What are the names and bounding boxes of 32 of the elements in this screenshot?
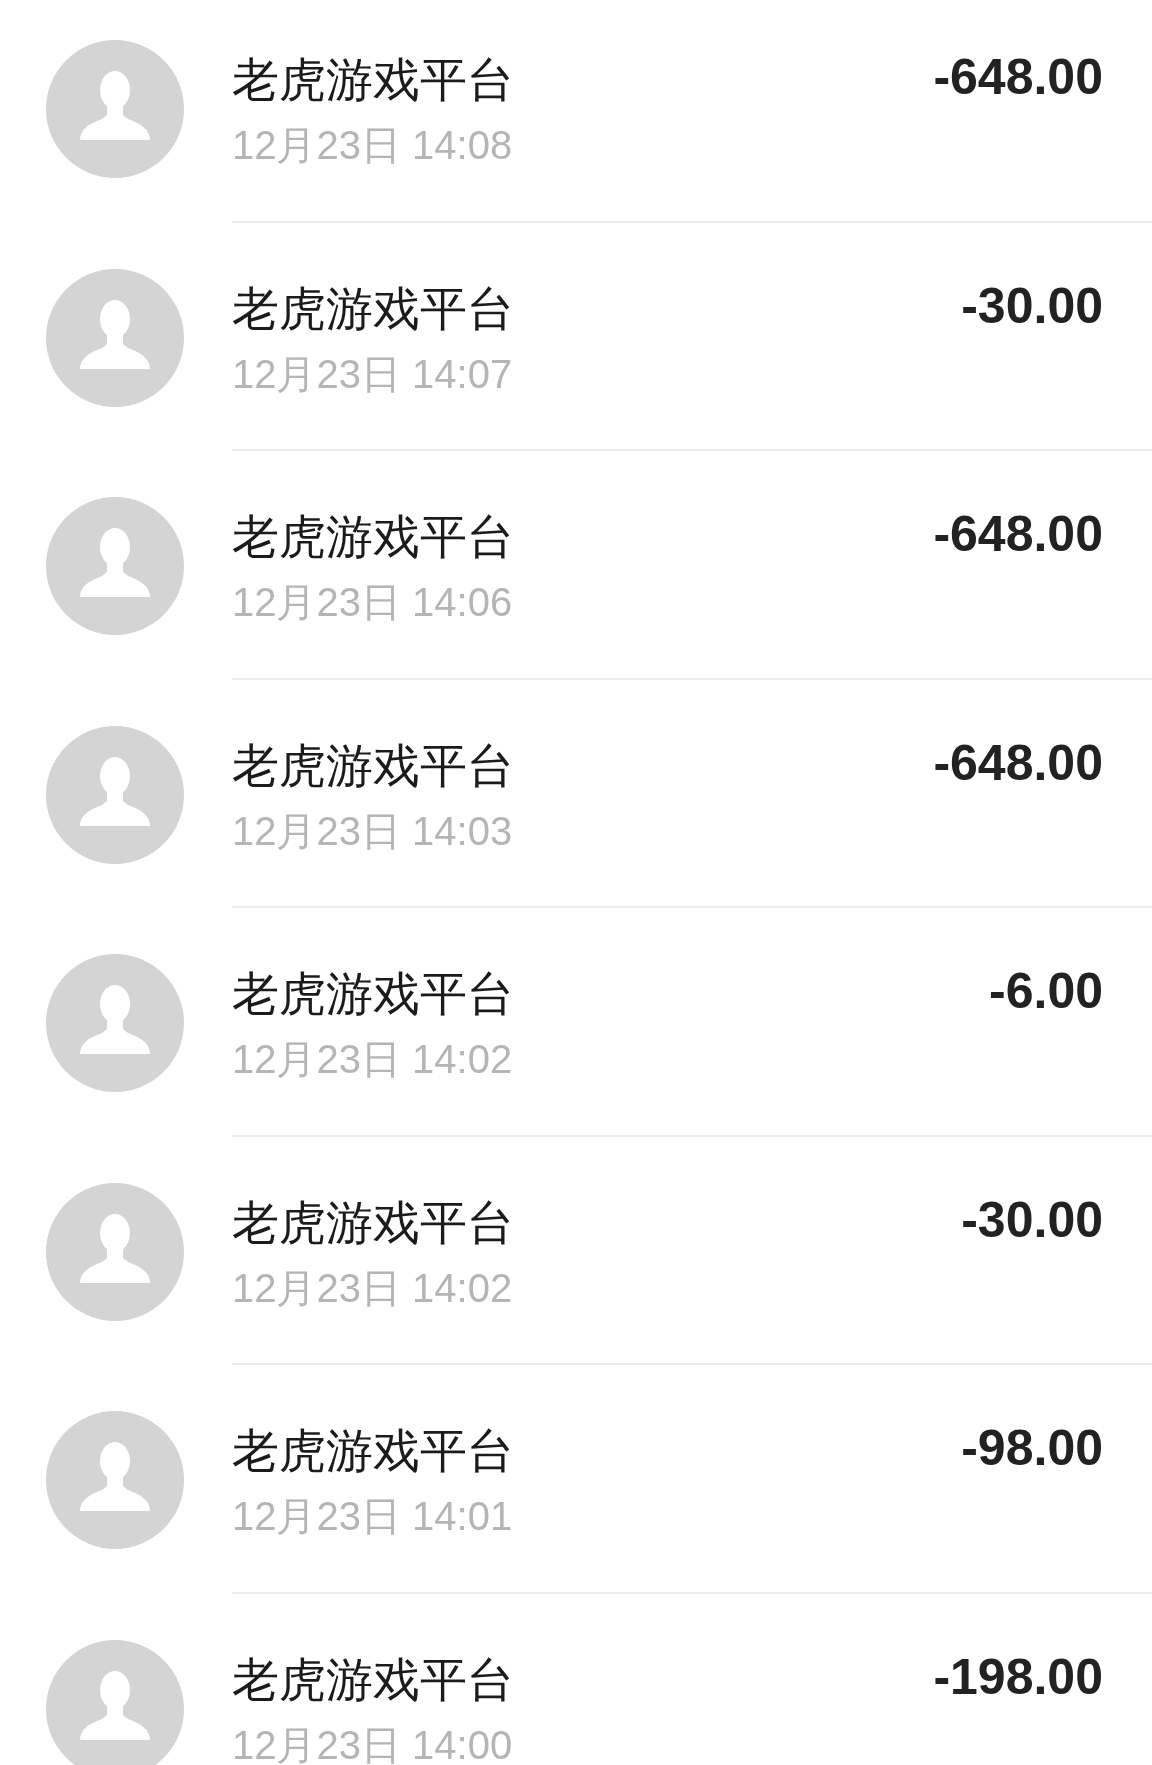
avatar-icon [46,1411,184,1549]
transaction-amount: -30.00 [961,276,1103,336]
transaction-amount: -30.00 [961,1190,1103,1250]
merchant-name: 老虎游戏平台 [232,1651,514,1708]
transaction-time: 12月23日 14:02 [232,1039,513,1079]
avatar-icon [46,954,184,1092]
merchant-name: 老虎游戏平台 [232,1194,514,1251]
transaction-time: 12月23日 14:00 [232,1724,513,1765]
transaction-time: 12月23日 14:06 [232,582,513,622]
avatar-icon [46,1639,184,1765]
transaction-amount: -98.00 [961,1419,1103,1478]
avatar-icon [46,497,184,635]
transaction-time: 12月23日 14:01 [232,1496,513,1536]
transaction-time: 12月23日 14:02 [232,1267,513,1308]
transaction-amount: -198.00 [933,1647,1103,1707]
transaction-time: 12月23日 14:07 [232,353,513,394]
avatar-icon [46,40,184,178]
transaction-amount: -648.00 [933,733,1103,793]
avatar-icon [46,1182,184,1321]
merchant-name: 老虎游戏平台 [232,280,514,337]
transaction-amount: -648.00 [933,48,1103,107]
transaction-amount: -6.00 [989,962,1103,1021]
transaction-time: 12月23日 14:03 [232,810,513,851]
merchant-name: 老虎游戏平台 [232,1423,514,1479]
transaction-amount: -648.00 [933,505,1103,564]
avatar-icon [46,268,184,407]
merchant-name: 老虎游戏平台 [232,52,514,108]
merchant-name: 老虎游戏平台 [232,966,514,1022]
transaction-time: 12月23日 14:08 [232,125,513,165]
merchant-name: 老虎游戏平台 [232,509,514,565]
merchant-name: 老虎游戏平台 [232,737,514,794]
avatar-icon [46,725,184,864]
